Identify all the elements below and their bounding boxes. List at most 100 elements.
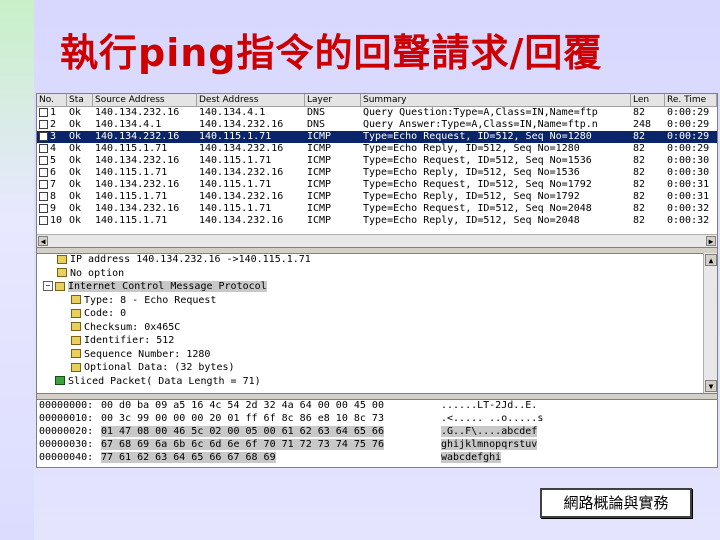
packet-cell-proto: ICMP — [307, 215, 332, 226]
tree-node[interactable]: Code: 0 — [37, 307, 703, 321]
tree-node[interactable]: Identifier: 512 — [37, 334, 703, 348]
hex-ascii: .<..... ..o.....s — [441, 413, 544, 424]
packet-cell-st: Ok — [69, 179, 82, 190]
tree-node[interactable]: Optional Data: (32 bytes) — [37, 361, 703, 375]
hex-cell: 00000000: — [37, 399, 101, 412]
row-checkbox-icon[interactable] — [39, 203, 48, 213]
packet-cell-proto: ICMP — [307, 131, 332, 142]
col-summary-header[interactable]: Summary — [361, 94, 631, 106]
row-checkbox-icon[interactable] — [39, 179, 48, 189]
packet-cell-len: 82 — [633, 131, 646, 142]
row-checkbox-icon[interactable] — [39, 131, 48, 141]
packet-cell-time: 0:00:29 — [667, 119, 710, 130]
packet-row[interactable]: 6 Ok 140.115.1.71 140.134.232.16 ICMP Type=Ec… — [37, 167, 717, 179]
hex-bytes: 01 47 08 00 46 5c 02 00 05 00 61 62 63 6… — [101, 426, 384, 437]
packet-cell-len: 82 — [633, 143, 646, 154]
packet-cell-st: Ok — [69, 155, 82, 166]
hex-off: 00000000: — [39, 400, 94, 411]
packet-row[interactable]: 8 Ok 140.115.1.71 140.134.232.16 ICMP Type=Ec… — [37, 191, 717, 203]
collapse-icon[interactable]: − — [43, 281, 53, 291]
scroll-up-icon[interactable]: ▲ — [705, 254, 717, 266]
col-status-header[interactable]: Sta — [67, 94, 93, 106]
packet-cell-no: 6 — [37, 167, 67, 179]
tree-node[interactable]: − Internet Control Message Protocol — [37, 280, 703, 294]
packet-list-header: No. Sta Source Address Dest Address Laye… — [37, 94, 717, 107]
tree-node-label: No option — [70, 267, 125, 279]
col-no-header[interactable]: No. — [37, 94, 67, 106]
packet-number: 9 — [50, 203, 57, 214]
hex-cell: ......LT-2Jd..E. — [441, 399, 601, 412]
row-checkbox-icon[interactable] — [39, 215, 48, 225]
packet-row[interactable]: 9 Ok 140.134.232.16 140.115.1.71 ICMP Type=Ec… — [37, 203, 717, 215]
hex-row: 00000020: 01 47 08 00 46 5c 02 00 05 00 6… — [37, 425, 717, 438]
tree-node[interactable]: Checksum: 0x465C — [37, 321, 703, 335]
row-checkbox-icon[interactable] — [39, 155, 48, 165]
packet-cell-dst: 140.115.1.71 — [199, 203, 272, 214]
folder-icon — [71, 308, 81, 318]
packet-cell-src: 140.134.232.16 — [95, 107, 180, 118]
tree-node[interactable]: No option — [37, 267, 703, 281]
packet-cell-st: Ok — [69, 107, 82, 118]
hex-cell: 00000020: — [37, 425, 101, 438]
hex-ascii: ghijklmnopqrstuv — [441, 439, 538, 450]
packet-cell-src: 140.115.1.71 — [95, 215, 168, 226]
packet-cell-dst: 140.115.1.71 — [199, 155, 272, 166]
decode-tree-vscrollbar[interactable]: ▲ ▼ — [703, 253, 717, 393]
packet-list: No. Sta Source Address Dest Address Laye… — [37, 94, 717, 234]
hex-ascii: .G..F\....abcdef — [441, 426, 538, 437]
scroll-left-icon[interactable]: ◀ — [38, 236, 48, 246]
scroll-right-icon[interactable]: ▶ — [706, 236, 716, 246]
hex-bytes: 00 d0 ba 09 a5 16 4c 54 2d 32 4a 64 00 0… — [101, 400, 384, 411]
folder-icon — [55, 281, 65, 291]
packet-cell-dst: 140.115.1.71 — [199, 131, 272, 142]
row-checkbox-icon[interactable] — [39, 119, 48, 129]
tree-node[interactable]: IP address 140.134.232.16 ->140.115.1.71 — [37, 253, 703, 267]
packet-cell-summary: Type=Echo Reply, ID=512, Seq No=1792 — [363, 191, 580, 202]
packet-cell-time: 0:00:32 — [667, 203, 710, 214]
tree-node-label: Identifier: 512 — [84, 335, 175, 346]
hex-off: 00000040: — [39, 452, 94, 463]
footer-label: 網路概論與實務 — [540, 488, 692, 518]
scroll-down-icon[interactable]: ▼ — [705, 380, 717, 392]
packet-cell-time: 0:00:30 — [667, 167, 710, 178]
tree-node-label: Optional Data: (32 bytes) — [84, 362, 235, 373]
tree-node-label: Checksum: 0x465C — [84, 321, 181, 333]
packet-cell-proto: DNS — [307, 119, 326, 130]
decode-tree: IP address 140.134.232.16 ->140.115.1.71… — [37, 253, 703, 393]
packet-cell-proto: ICMP — [307, 143, 332, 154]
tree-node[interactable]: Sequence Number: 1280 — [37, 348, 703, 362]
packet-list-hscrollbar[interactable]: ◀ ▶ — [37, 234, 717, 247]
packet-number: 6 — [50, 167, 57, 178]
packet-cell-time: 0:00:29 — [667, 131, 710, 142]
row-checkbox-icon[interactable] — [39, 107, 48, 117]
hex-ascii: wabcdefghi — [441, 452, 502, 463]
col-len-header[interactable]: Len — [631, 94, 665, 106]
tree-node-label: Internet Control Message Protocol — [68, 281, 267, 292]
hex-cell: wabcdefghi — [441, 451, 601, 464]
tree-node[interactable]: Type: 8 - Echo Request — [37, 294, 703, 308]
packet-row[interactable]: 10 Ok 140.115.1.71 140.134.232.16 ICMP Type=E… — [37, 215, 717, 227]
packet-row[interactable]: 4 Ok 140.115.1.71 140.134.232.16 ICMP Type=Ec… — [37, 143, 717, 155]
row-checkbox-icon[interactable] — [39, 167, 48, 177]
packet-row[interactable]: 3 Ok 140.134.232.16 140.115.1.71 ICMP Type=Ec… — [37, 131, 717, 143]
packet-number: 2 — [50, 119, 57, 130]
packet-number: 1 — [50, 107, 57, 118]
col-dest-header[interactable]: Dest Address — [197, 94, 305, 106]
packet-row[interactable]: 5 Ok 140.134.232.16 140.115.1.71 ICMP Type=Ec… — [37, 155, 717, 167]
packet-cell-dst: 140.134.232.16 — [199, 119, 284, 130]
packet-number: 10 — [50, 215, 63, 226]
packet-row[interactable]: 7 Ok 140.134.232.16 140.115.1.71 ICMP Type=Ec… — [37, 179, 717, 191]
row-checkbox-icon[interactable] — [39, 143, 48, 153]
row-checkbox-icon[interactable] — [39, 191, 48, 201]
packet-cell-no: 2 — [37, 119, 67, 131]
packet-icon — [55, 376, 65, 385]
packet-row[interactable]: 1 Ok 140.134.232.16 140.134.4.1 DNS Query Que… — [37, 107, 717, 119]
col-source-header[interactable]: Source Address — [93, 94, 197, 106]
col-time-header[interactable]: Re. Time — [665, 94, 717, 106]
packet-row[interactable]: 2 Ok 140.134.4.1 140.134.232.16 DNS Query Ans… — [37, 119, 717, 131]
tree-node[interactable]: Sliced Packet( Data Length = 71) — [37, 375, 703, 389]
tree-node-label: Type: 8 - Echo Request — [84, 294, 217, 306]
hex-cell: .G..F\....abcdef — [441, 425, 601, 438]
packet-cell-st: Ok — [69, 131, 82, 142]
col-layer-header[interactable]: Layer — [305, 94, 361, 106]
